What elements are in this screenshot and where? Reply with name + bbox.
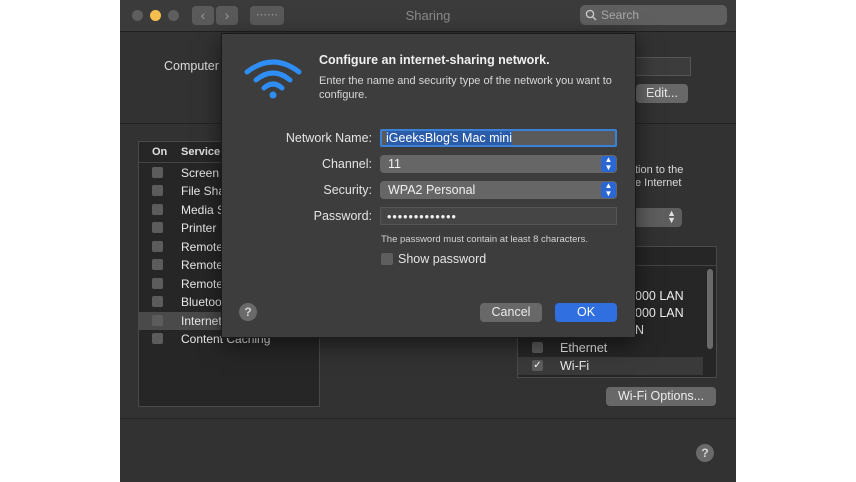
internet-sharing-sheet: Configure an internet-sharing network. E… (221, 33, 636, 338)
security-popup[interactable]: WPA2 Personal ▲ ▼ (380, 181, 617, 199)
service-label: Printer (181, 221, 217, 235)
list-item-label: Wi-Fi (560, 359, 590, 373)
service-checkbox[interactable] (152, 296, 163, 307)
description-text: tion to the (635, 164, 684, 176)
network-name-field[interactable]: iGeeksBlog's Mac mini (380, 129, 617, 147)
service-checkbox[interactable] (152, 333, 163, 344)
ethernet-checkbox[interactable] (532, 342, 543, 353)
list-item: 000 LAN (635, 306, 684, 320)
security-label: Security: (323, 183, 372, 197)
network-name-value: iGeeksBlog's Mac mini (386, 131, 513, 145)
service-label: File Sha (181, 184, 226, 198)
channel-value: 11 (388, 157, 401, 171)
service-checkbox[interactable] (152, 241, 163, 252)
sheet-help-button[interactable]: ? (239, 303, 257, 321)
search-placeholder: Search (601, 8, 640, 22)
service-checkbox[interactable] (152, 259, 163, 270)
column-service: Service (181, 146, 221, 158)
service-label: Screen (181, 166, 220, 180)
service-checkbox[interactable] (152, 278, 163, 289)
column-on: On (152, 146, 168, 158)
title-bar: ‹ › ⋯⋯ Sharing Search (120, 0, 736, 32)
divider (120, 418, 736, 419)
service-checkbox[interactable] (152, 167, 163, 178)
sheet-description: Enter the name and security type of the … (319, 75, 612, 101)
service-checkbox[interactable] (152, 204, 163, 215)
list-item-label: Ethernet (560, 341, 608, 355)
list-row-ethernet[interactable]: Ethernet (518, 339, 703, 357)
wifi-icon (244, 59, 302, 99)
channel-label: Channel: (321, 157, 372, 171)
ok-button[interactable]: OK (555, 303, 617, 322)
cancel-button[interactable]: Cancel (480, 303, 542, 322)
sharing-window: ‹ › ⋯⋯ Sharing Search Computer Edit... O… (120, 0, 736, 482)
service-checkbox[interactable] (152, 315, 163, 326)
edit-button[interactable]: Edit... (636, 84, 688, 103)
updown-arrows-icon: ▲ ▼ (667, 208, 676, 225)
service-label: Remote (181, 240, 224, 254)
share-from-popup[interactable]: ▲ ▼ (634, 208, 682, 227)
network-name-label: Network Name: (285, 131, 372, 145)
help-button[interactable]: ? (696, 444, 714, 462)
service-label: Internet (181, 314, 222, 328)
wifi-options-button[interactable]: Wi-Fi Options... (606, 387, 716, 406)
list-item: 000 LAN (635, 289, 684, 303)
service-label: Media S (181, 203, 226, 217)
computer-name-label: Computer (164, 59, 219, 73)
password-label: Password: (313, 209, 372, 223)
service-label: Remote (181, 277, 224, 291)
description-text: e Internet (635, 177, 682, 189)
password-field[interactable]: ••••••••••••• (380, 207, 617, 225)
password-hint: The password must contain at least 8 cha… (381, 234, 588, 245)
scrollbar[interactable] (707, 269, 713, 349)
security-value: WPA2 Personal (388, 183, 476, 197)
service-checkbox[interactable] (152, 222, 163, 233)
list-row-wifi[interactable]: ✓ Wi-Fi (518, 357, 703, 375)
updown-arrows-icon: ▲ ▼ (601, 156, 616, 172)
search-icon (585, 9, 597, 21)
checkmark-icon[interactable]: ✓ (532, 360, 543, 371)
show-password-checkbox[interactable] (381, 253, 393, 265)
search-field[interactable]: Search (580, 5, 727, 25)
service-label: Bluetoo (181, 295, 222, 309)
computer-name-field[interactable] (634, 57, 691, 76)
service-checkbox[interactable] (152, 185, 163, 196)
list-item: N (635, 323, 645, 337)
service-label: Remote (181, 258, 224, 272)
show-password-label: Show password (398, 252, 487, 266)
channel-popup[interactable]: 11 ▲ ▼ (380, 155, 617, 173)
sheet-heading: Configure an internet-sharing network. (319, 53, 550, 67)
updown-arrows-icon: ▲ ▼ (601, 182, 616, 198)
